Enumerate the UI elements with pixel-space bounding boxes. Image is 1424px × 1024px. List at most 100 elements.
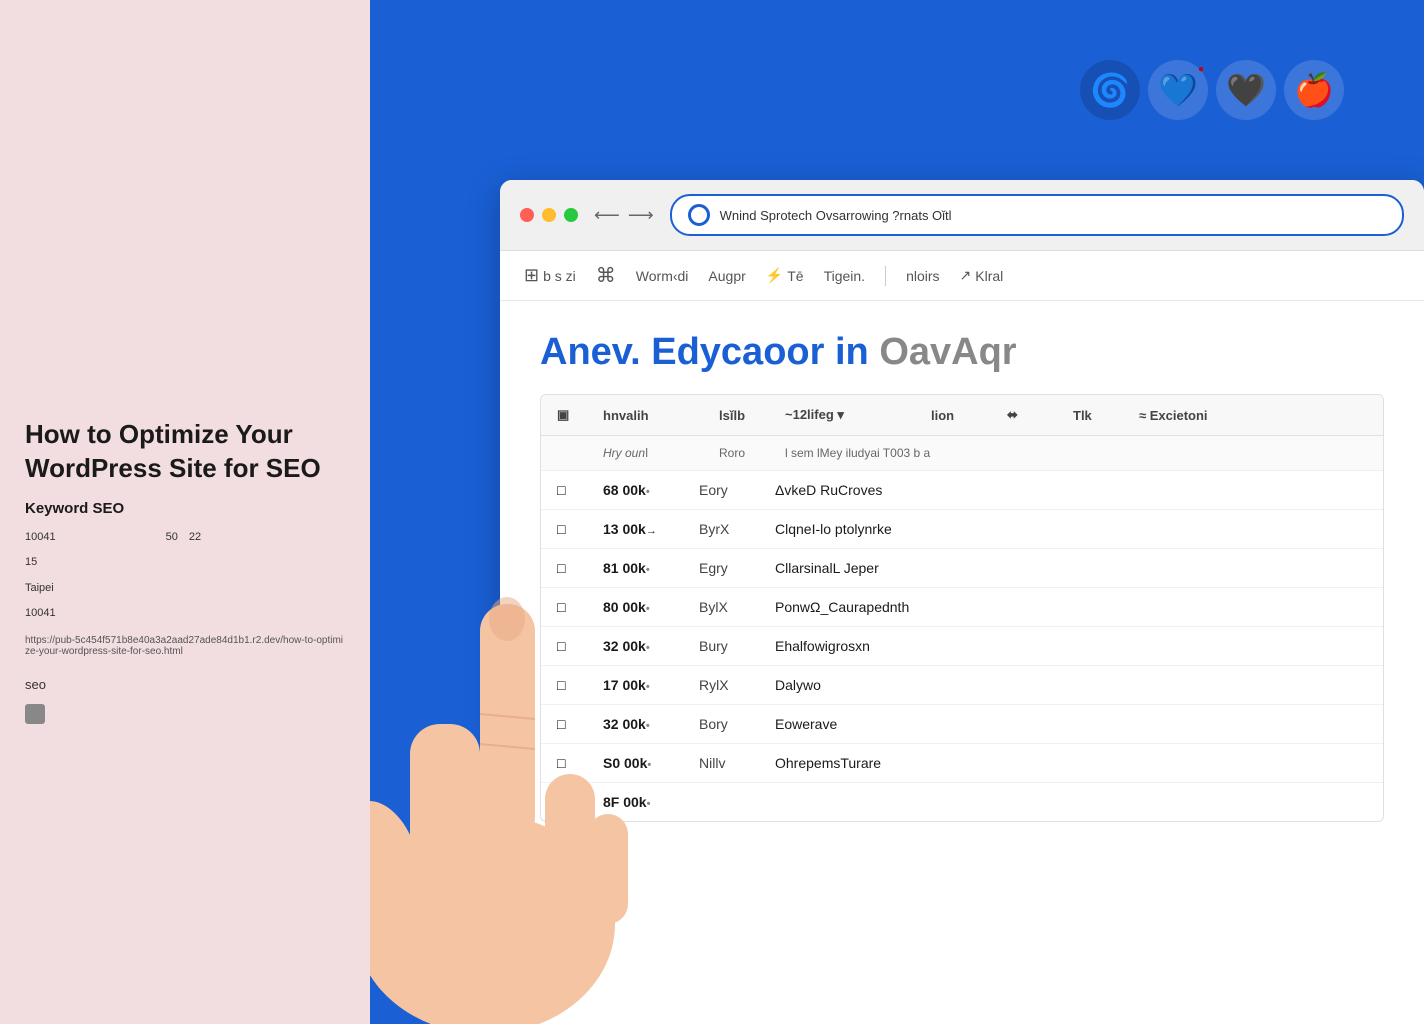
th-tk[interactable]: Tlk <box>1073 408 1123 423</box>
title-part1: Anev. <box>540 331 641 373</box>
meta-line1: 10041 50 22 <box>25 529 345 547</box>
row-type-3: Egry <box>699 560 759 576</box>
row-name-3: CllarsinalL Jeper <box>775 560 1367 576</box>
row-name-7: Eowerave <box>775 716 1367 732</box>
toolbar-item-nloirs[interactable]: nloirs <box>906 268 939 284</box>
title-part3: in <box>835 331 869 373</box>
meta-zip: 10041 <box>25 605 345 623</box>
row-num-8: S0 00k• <box>603 755 683 771</box>
subrow-col2: Roro <box>719 446 769 460</box>
row-num-4: 80 00k• <box>603 599 683 615</box>
toolbar-item-1[interactable]: ⊞ b s zi <box>524 265 576 286</box>
row-check: □ <box>557 638 587 654</box>
table-row: □ 32 00k• Bory Eowerave <box>541 705 1383 744</box>
row-num-2: 13 00k→ <box>603 521 683 537</box>
table-row: □ 8F 00k• <box>541 783 1383 821</box>
toolbar-icon-2: ⌘ <box>596 263 616 288</box>
browser-content: Anev. Edycaoor in OavAqr ▣ hnvalih lsǐlb… <box>500 301 1424 822</box>
icon-circle-3: 🖤 <box>1216 60 1276 120</box>
row-check: □ <box>557 560 587 576</box>
table-header-row: ▣ hnvalih lsǐlb ~12lifeg ▾ lion ⬌ Tlk ≈ … <box>541 395 1383 436</box>
row-type-1: Eory <box>699 482 759 498</box>
row-num-7: 32 00k• <box>603 716 683 732</box>
divider <box>885 266 886 286</box>
address-bar[interactable]: Wnind Sprotech Ovsarrowing ?rnats Oǐtl <box>670 194 1404 236</box>
meta-line2: 15 <box>25 554 345 572</box>
row-num-6: 17 00k• <box>603 677 683 693</box>
arrow-icon: ↗ <box>960 267 972 284</box>
row-name-8: OhrepemsTurare <box>775 755 1367 771</box>
toolbar-item-klral[interactable]: ↗ Klral <box>960 267 1004 284</box>
row-name-5: Ehalfowigrosxn <box>775 638 1367 654</box>
table-row: □ 32 00k• Bury Ehalfowigrosxn <box>541 627 1383 666</box>
row-num-3: 81 00k• <box>603 560 683 576</box>
content-heading: Anev. Edycaoor in OavAqr <box>540 331 1384 374</box>
browser-window: ⟵ ⟶ Wnind Sprotech Ovsarrowing ?rnats Oǐ… <box>500 180 1424 1024</box>
nav-back-icon[interactable]: ⟵ <box>594 205 620 226</box>
title-part2: Edycaoor <box>651 331 824 373</box>
row-name-1: ΔvkeD RuCroves <box>775 482 1367 498</box>
address-circle-icon <box>688 204 710 226</box>
minimize-button[interactable] <box>542 208 556 222</box>
th-exc[interactable]: ≈ Excietoni <box>1139 408 1367 423</box>
toolbar-label-tiger: Tigein. <box>824 268 866 284</box>
row-type-5: Bury <box>699 638 759 654</box>
sidebar: How to Optimize Your WordPress Site for … <box>0 0 370 1024</box>
th-lstb[interactable]: lsǐlb <box>719 408 769 423</box>
toolbar-item-te[interactable]: ⚡ Tē <box>766 267 804 284</box>
toolbar-item-tiger[interactable]: Tigein. <box>824 268 866 284</box>
row-type-6: RylX <box>699 677 759 693</box>
toolbar-item-augpr[interactable]: Augpr <box>708 268 745 284</box>
th-lion[interactable]: lion <box>931 408 991 423</box>
row-check: □ <box>557 755 587 771</box>
toolbar-label-klral: Klral <box>975 268 1003 284</box>
row-name-4: PonwΩ_Caurapednth <box>775 599 1367 615</box>
title-part4: OavAqr <box>879 331 1016 373</box>
seo-icon <box>25 704 45 724</box>
browser-chrome: ⟵ ⟶ Wnind Sprotech Ovsarrowing ?rnats Oǐ… <box>500 180 1424 251</box>
nav-controls: ⟵ ⟶ <box>594 205 654 226</box>
maximize-button[interactable] <box>564 208 578 222</box>
th-hnvalih[interactable]: hnvalih <box>603 408 703 423</box>
th-score[interactable]: ~12lifeg ▾ <box>785 407 915 423</box>
th-arrows[interactable]: ⬌ <box>1007 407 1057 423</box>
row-type-4: BylX <box>699 599 759 615</box>
top-icons-bar: 🌀 ●💙 🖤 🍎 <box>1080 60 1344 120</box>
toolbar-item-2[interactable]: ⌘ <box>596 263 616 288</box>
icon-circle-2: ●💙 <box>1148 60 1208 120</box>
row-check: □ <box>557 521 587 537</box>
row-check: □ <box>557 482 587 498</box>
toolbar-label-1: b s zi <box>543 268 576 284</box>
table-subrow: Hry ounǀ Roro l sem lMey iludyai T003 b … <box>541 436 1383 471</box>
toolbar-label-augpr: Augpr <box>708 268 745 284</box>
toolbar-label-worn: Worm‹di <box>636 268 689 284</box>
row-num-1: 68 00k• <box>603 482 683 498</box>
row-num-9: 8F 00k• <box>603 794 683 810</box>
window-controls <box>520 208 578 222</box>
table-row: □ 80 00k• BylX PonwΩ_Caurapednth <box>541 588 1383 627</box>
icon-circle-1: 🌀 <box>1080 60 1140 120</box>
data-table: ▣ hnvalih lsǐlb ~12lifeg ▾ lion ⬌ Tlk ≈ … <box>540 394 1384 822</box>
row-name-6: Dalywo <box>775 677 1367 693</box>
grid-icon: ⊞ <box>524 265 539 286</box>
toolbar-item-worn[interactable]: Worm‹di <box>636 268 689 284</box>
row-check: □ <box>557 794 587 810</box>
nav-forward-icon[interactable]: ⟶ <box>628 205 654 226</box>
th-checkbox: ▣ <box>557 407 587 423</box>
row-name-2: ClqneI-lo ptolynrke <box>775 521 1367 537</box>
page-url: https://pub-5c454f571b8e40a3a2aad27ade84… <box>25 635 345 657</box>
row-type-8: Nillv <box>699 755 759 771</box>
meta-city: Taipei <box>25 580 345 598</box>
toolbar-label-nloirs: nloirs <box>906 268 939 284</box>
address-text: Wnind Sprotech Ovsarrowing ?rnats Oǐtl <box>720 208 1386 223</box>
main-area: 🌀 ●💙 🖤 🍎 ⟵ ⟶ Wnind Sprotech Ovsarrowing … <box>370 0 1424 1024</box>
browser-toolbar: ⊞ b s zi ⌘ Worm‹di Augpr ⚡ Tē Tigein. nl… <box>500 251 1424 301</box>
checkbox-icon: ▣ <box>557 407 569 422</box>
table-row: □ 13 00k→ ByrX ClqneI-lo ptolynrke <box>541 510 1383 549</box>
row-check: □ <box>557 716 587 732</box>
row-num-5: 32 00k• <box>603 638 683 654</box>
table-row: □ 81 00k• Egry CllarsinalL Jeper <box>541 549 1383 588</box>
row-type-7: Bory <box>699 716 759 732</box>
close-button[interactable] <box>520 208 534 222</box>
lightning-icon: ⚡ <box>766 267 783 284</box>
